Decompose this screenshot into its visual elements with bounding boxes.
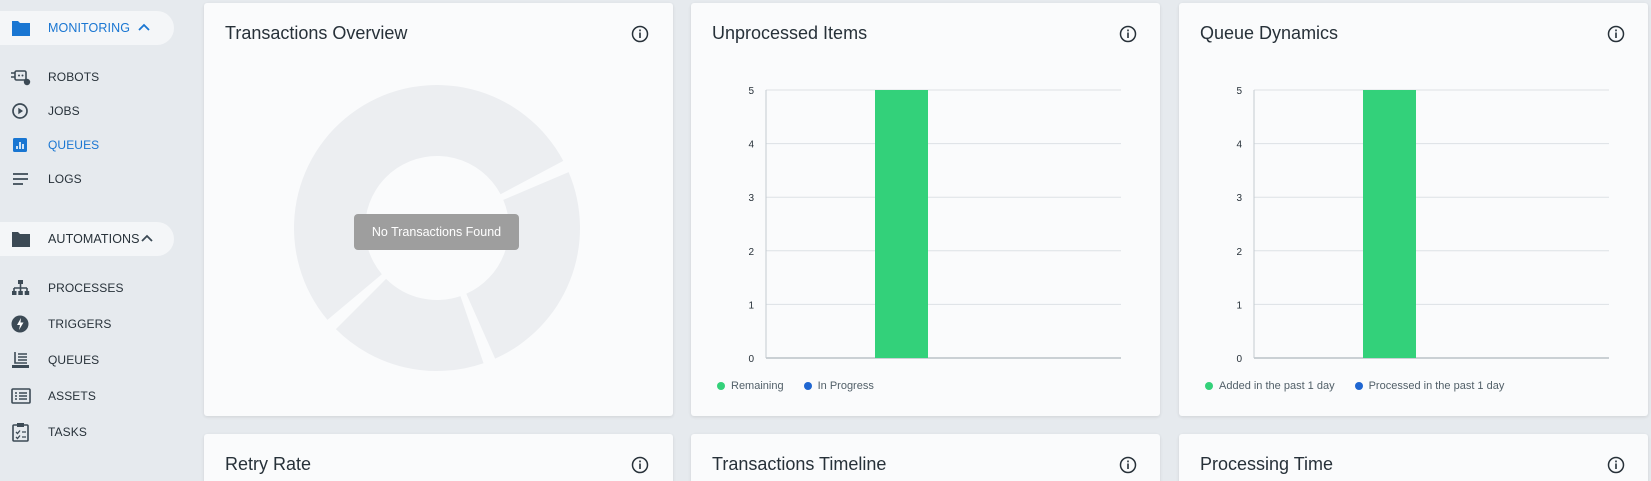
bar[interactable]	[875, 90, 928, 358]
legend-label: In Progress	[817, 380, 874, 392]
sidebar-item-jobs[interactable]: JOBS	[0, 95, 182, 127]
legend-item-remaining[interactable]: Remaining	[717, 380, 784, 392]
y-tick-label: 3	[748, 193, 754, 204]
sidebar-item-label: TRIGGERS	[48, 317, 112, 331]
chevron-up-icon[interactable]	[140, 232, 154, 246]
y-tick-label: 2	[1236, 247, 1242, 258]
chart-legend: Added in the past 1 day Processed in the…	[1205, 380, 1524, 392]
info-icon[interactable]	[631, 456, 649, 474]
retry-rate-card: Retry Rate	[204, 434, 673, 481]
no-transactions-message: No Transactions Found	[354, 214, 519, 250]
sidebar-item-logs[interactable]: LOGS	[0, 163, 182, 195]
legend-item-in-progress[interactable]: In Progress	[803, 380, 874, 392]
sidebar-item-label: PROCESSES	[48, 281, 124, 295]
y-tick-label: 3	[1236, 193, 1242, 204]
transactions-overview-card: Transactions Overview No Transactions Fo…	[204, 3, 673, 416]
card-title: Transactions Timeline	[712, 454, 887, 474]
automations-group-header[interactable]: AUTOMATIONS	[0, 222, 174, 256]
sidebar-item-label: ROBOTS	[48, 70, 100, 84]
y-tick-label: 0	[1236, 354, 1242, 365]
y-tick-label: 5	[748, 86, 754, 97]
sidebar-item-label: ASSETS	[48, 389, 96, 403]
unprocessed-items-card: Unprocessed Items 012345 Remaining In Pr…	[691, 3, 1160, 416]
sidebar-item-label: LOGS	[48, 172, 82, 186]
hierarchy-icon	[12, 280, 30, 295]
sidebar-item-processes[interactable]: PROCESSES	[0, 272, 182, 304]
legend-dot	[1354, 382, 1363, 390]
legend-label: Remaining	[731, 380, 784, 392]
sidebar-item-label: TASKS	[48, 425, 87, 439]
y-tick-label: 4	[1236, 140, 1242, 151]
info-icon[interactable]	[1119, 456, 1137, 474]
legend-dot	[1205, 382, 1213, 390]
bar[interactable]	[1363, 90, 1416, 358]
sidebar: MONITORING ROBOTS JOBS QUEUES LOGS AUTOM…	[0, 0, 182, 481]
sidebar-item-robots[interactable]: ROBOTS	[0, 61, 182, 93]
sidebar-item-queues-monitoring[interactable]: QUEUES	[0, 129, 182, 161]
donut-placeholder-segment	[466, 172, 580, 359]
folder-icon	[12, 232, 30, 247]
bar-chart-icon	[13, 138, 27, 152]
sidebar-item-triggers[interactable]: TRIGGERS	[0, 308, 182, 340]
unprocessed-items-chart: 0 1 2 3 4 5	[748, 86, 1121, 365]
legend-label: Processed in the past 1 day	[1368, 380, 1505, 392]
y-tick-label: 1	[1236, 300, 1242, 311]
empty-donut-chart	[293, 84, 580, 372]
sidebar-item-label: QUEUES	[48, 353, 100, 367]
monitoring-group-header[interactable]: MONITORING	[0, 11, 174, 45]
legend-dot	[803, 382, 812, 390]
sidebar-item-label: JOBS	[48, 104, 80, 118]
sidebar-item-tasks[interactable]: TASKS	[0, 416, 182, 448]
sidebar-item-label: QUEUES	[48, 138, 100, 152]
legend-label: Added in the past 1 day	[1219, 380, 1335, 392]
inbox-stack-icon	[12, 352, 29, 368]
y-tick-label: 5	[1236, 86, 1242, 97]
card-title: Retry Rate	[225, 454, 312, 474]
y-tick-label: 1	[748, 300, 754, 311]
legend-item-added[interactable]: Added in the past 1 day	[1205, 380, 1335, 392]
lines-icon	[13, 173, 28, 185]
lightning-icon	[11, 315, 29, 333]
chart-legend: Remaining In Progress	[717, 380, 894, 392]
play-circle-icon	[12, 103, 28, 119]
asset-list-icon	[11, 388, 31, 404]
y-tick-label: 0	[748, 354, 754, 365]
legend-item-processed[interactable]: Processed in the past 1 day	[1354, 380, 1505, 392]
transactions-timeline-card: Transactions Timeline	[691, 434, 1160, 481]
y-tick-label: 2	[748, 247, 754, 258]
clipboard-icon	[12, 423, 29, 442]
legend-dot	[717, 382, 725, 390]
y-tick-label: 4	[748, 140, 754, 151]
queue-dynamics-chart: 0 1 2 3 4 5	[1236, 86, 1609, 365]
card-title: Processing Time	[1200, 454, 1334, 474]
monitoring-label: MONITORING	[48, 21, 131, 35]
sidebar-item-queues-automations[interactable]: QUEUES	[0, 344, 182, 376]
chevron-up-icon[interactable]	[137, 21, 151, 35]
robot-icon	[11, 70, 31, 86]
sidebar-item-assets[interactable]: ASSETS	[0, 380, 182, 412]
processing-time-card: Processing Time	[1179, 434, 1648, 481]
automations-label: AUTOMATIONS	[48, 232, 140, 246]
info-icon[interactable]	[1607, 456, 1625, 474]
queue-dynamics-card: Queue Dynamics 012345 Added in the past …	[1179, 3, 1648, 416]
folder-icon	[12, 21, 30, 36]
